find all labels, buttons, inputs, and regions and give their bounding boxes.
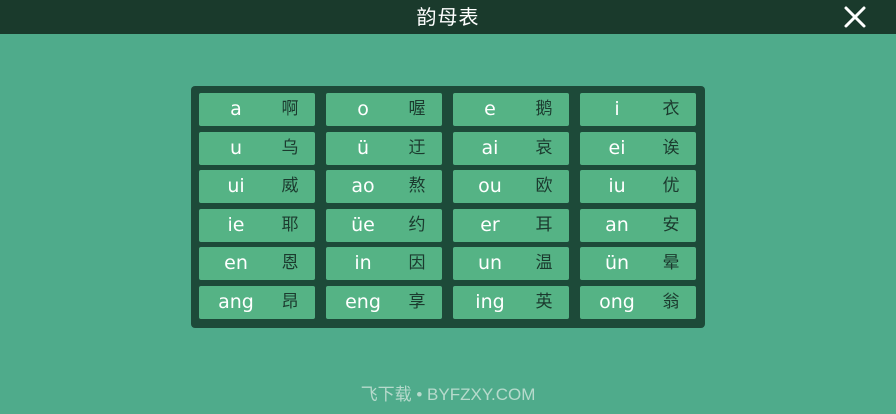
final-card-an[interactable]: an 安 xyxy=(580,208,696,242)
final-card-ong[interactable]: ong 翁 xyxy=(580,285,696,319)
pinyin-label: ie xyxy=(227,213,245,236)
hanzi-label: 翁 xyxy=(662,291,680,312)
hanzi-label: 耶 xyxy=(281,214,299,235)
final-card-ü[interactable]: ü迂 xyxy=(326,131,442,165)
hanzi-label: 喔 xyxy=(408,99,426,119)
final-card-in[interactable]: in 因 xyxy=(326,247,442,281)
pinyin-label: ao xyxy=(351,175,375,198)
final-card-i[interactable]: i衣 xyxy=(580,93,696,126)
final-card-iu[interactable]: iu 优 xyxy=(580,170,696,204)
hanzi-label: 安 xyxy=(662,214,680,235)
hanzi-label: 诶 xyxy=(662,137,680,158)
hanzi-label: 啊 xyxy=(281,99,299,119)
pinyin-label: eng xyxy=(345,290,381,313)
pinyin-label: un xyxy=(477,252,503,275)
pinyin-label: a xyxy=(230,98,242,120)
hanzi-label: 乌 xyxy=(281,137,299,158)
pinyin-label: ang xyxy=(218,290,254,313)
final-card-a[interactable]: a啊 xyxy=(199,93,315,126)
final-card-ang[interactable]: ang 昂 xyxy=(199,285,315,319)
pinyin-label: er xyxy=(480,213,500,236)
final-card-ei[interactable]: ei 诶 xyxy=(580,131,696,165)
close-icon xyxy=(844,6,866,28)
pinyin-label: ui xyxy=(227,175,245,198)
hanzi-label: 英 xyxy=(535,291,553,312)
title-bar: 韵母表 xyxy=(0,0,896,34)
pinyin-label: ong xyxy=(599,290,635,313)
hanzi-label: 温 xyxy=(535,253,553,274)
pinyin-label: ing xyxy=(475,290,505,313)
hanzi-label: 欧 xyxy=(535,176,553,197)
final-card-ie[interactable]: ie 耶 xyxy=(199,208,315,242)
hanzi-label: 晕 xyxy=(662,253,680,274)
hanzi-label: 约 xyxy=(408,214,426,235)
hanzi-label: 昂 xyxy=(281,291,299,312)
final-card-o[interactable]: o喔 xyxy=(326,93,442,126)
pinyin-label: ei xyxy=(608,136,626,159)
finals-grid: a 啊 o 喔 e 鹅 i 衣 u 乌 ü 迂 ai 哀 ei 诶 ui 威 ao 熬 ou 欧 iu 优 ie 耶 üe 约 er 耳 a… xyxy=(199,93,696,319)
hanzi-label: 因 xyxy=(408,253,426,274)
final-card-u[interactable]: u乌 xyxy=(199,131,315,165)
hanzi-label: 衣 xyxy=(662,99,680,119)
final-card-ui[interactable]: ui 威 xyxy=(199,170,315,204)
close-button[interactable] xyxy=(842,4,868,30)
final-card-üe[interactable]: üe 约 xyxy=(326,208,442,242)
hanzi-label: 哀 xyxy=(535,137,553,158)
final-card-en[interactable]: en 恩 xyxy=(199,247,315,281)
final-card-ao[interactable]: ao 熬 xyxy=(326,170,442,204)
hanzi-label: 优 xyxy=(662,176,680,197)
final-card-er[interactable]: er 耳 xyxy=(453,208,569,242)
final-card-ou[interactable]: ou 欧 xyxy=(453,170,569,204)
hanzi-label: 鹅 xyxy=(535,99,553,119)
finals-board: a 啊 o 喔 e 鹅 i 衣 u 乌 ü 迂 ai 哀 ei 诶 ui 威 ao 熬 ou 欧 iu 优 ie 耶 üe 约 er 耳 a… xyxy=(191,86,705,328)
pinyin-label: en xyxy=(224,252,248,275)
final-card-un[interactable]: un 温 xyxy=(453,247,569,281)
final-card-ün[interactable]: ün 晕 xyxy=(580,247,696,281)
hanzi-label: 威 xyxy=(281,176,299,197)
pinyin-label: u xyxy=(229,136,243,159)
final-card-e[interactable]: e鹅 xyxy=(453,93,569,126)
pinyin-label: ai xyxy=(481,136,499,159)
watermark: 飞下载 • BYFZXY.COM xyxy=(360,385,536,404)
final-card-ing[interactable]: ing 英 xyxy=(453,285,569,319)
hanzi-label: 耳 xyxy=(535,214,553,235)
pinyin-label: üe xyxy=(351,213,375,236)
final-card-eng[interactable]: eng 享 xyxy=(326,285,442,319)
pinyin-label: ou xyxy=(478,175,502,198)
hanzi-label: 享 xyxy=(408,291,426,312)
pinyin-label: ün xyxy=(604,252,630,275)
hanzi-label: 熬 xyxy=(408,176,426,197)
pinyin-label: ü xyxy=(356,136,370,159)
pinyin-label: in xyxy=(354,252,372,275)
pinyin-label: i xyxy=(614,98,620,120)
hanzi-label: 迂 xyxy=(408,137,426,158)
hanzi-label: 恩 xyxy=(281,253,299,274)
pinyin-label: e xyxy=(484,98,496,120)
pinyin-label: o xyxy=(357,98,369,120)
pinyin-label: iu xyxy=(608,175,626,198)
page-title: 韵母表 xyxy=(416,5,480,29)
final-card-ai[interactable]: ai 哀 xyxy=(453,131,569,165)
pinyin-label: an xyxy=(605,213,629,236)
